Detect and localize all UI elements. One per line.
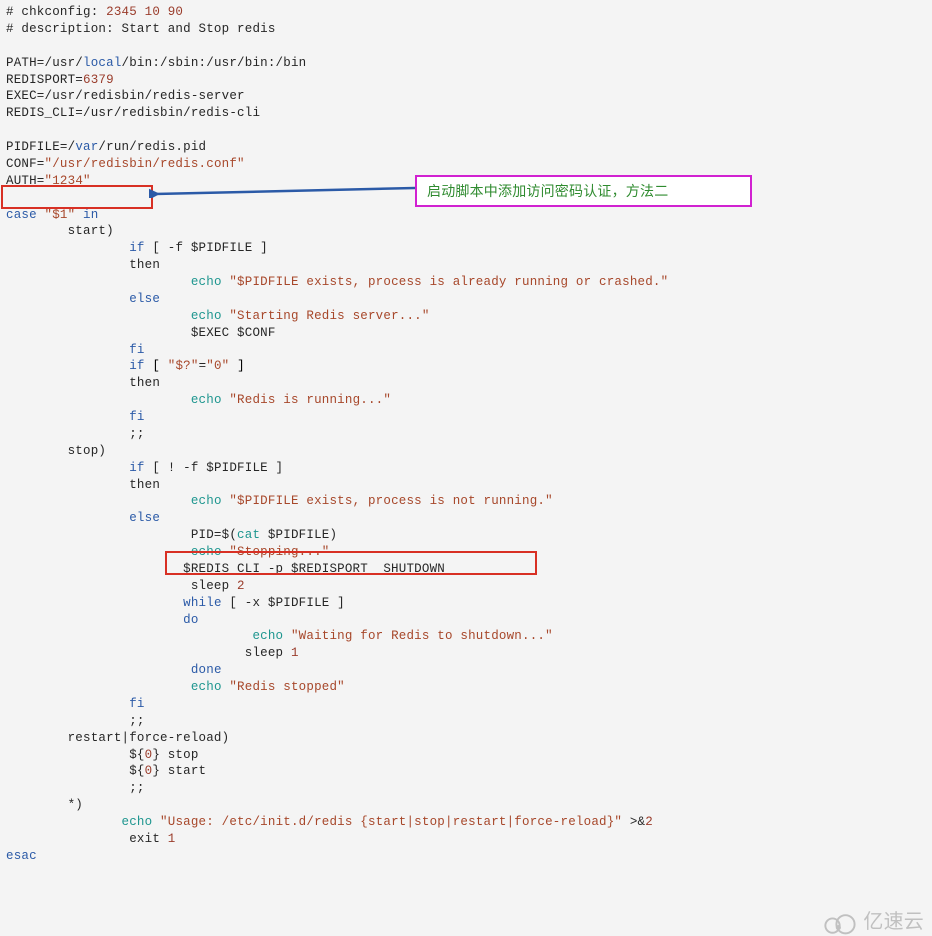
highlight-echo-box <box>165 551 537 575</box>
annotation-callout: 启动脚本中添加访问密码认证，方法二 <box>415 175 752 207</box>
highlight-auth-box <box>1 185 153 209</box>
shell-script: # chkconfig: 2345 10 90 # description: S… <box>0 0 932 869</box>
annotation-text: 启动脚本中添加访问密码认证，方法二 <box>427 182 668 201</box>
arrow-icon <box>149 168 415 198</box>
